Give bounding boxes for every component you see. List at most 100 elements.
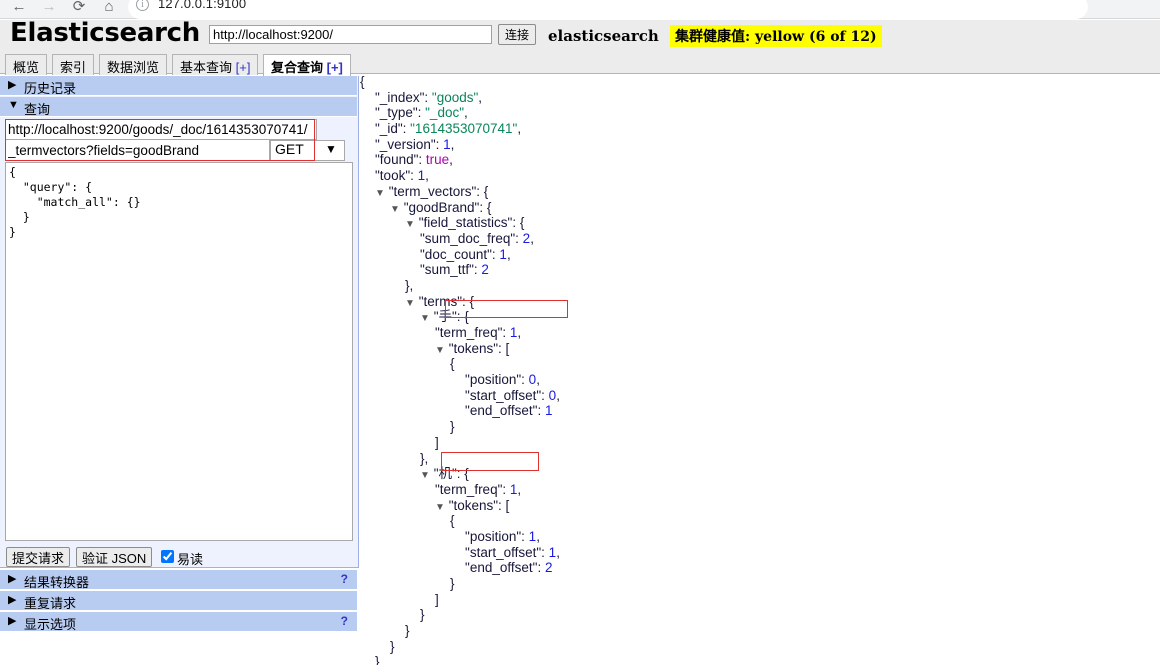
- pretty-print-checkbox[interactable]: [161, 550, 174, 563]
- json-line: "doc_count": 1,: [420, 246, 511, 262]
- chevron-right-icon: ▶: [8, 615, 17, 627]
- section-display-options[interactable]: ▶ 显示选项 ?: [0, 612, 357, 632]
- tab-2[interactable]: 数据浏览: [99, 54, 168, 75]
- section-display-options-label: 显示选项: [24, 617, 77, 632]
- json-line: }: [360, 654, 380, 665]
- section-history-label: 历史记录: [24, 81, 77, 96]
- reload-icon[interactable]: ⟳: [68, 0, 90, 18]
- help-icon[interactable]: ?: [341, 572, 348, 586]
- section-repeat-request[interactable]: ▶ 重复请求: [0, 591, 357, 611]
- collapse-triangle-icon[interactable]: ▼: [405, 219, 415, 230]
- json-line: "_id": "1614353070741",: [375, 121, 522, 137]
- chevron-right-icon: ▶: [8, 573, 17, 585]
- json-line: }: [360, 623, 410, 639]
- collapse-triangle-icon[interactable]: ▼: [435, 502, 445, 513]
- json-line: "position": 0,: [465, 372, 540, 388]
- request-url-input-line2[interactable]: [5, 140, 270, 161]
- json-line: ▼ "term_vectors": {: [375, 183, 489, 199]
- address-bar[interactable]: i 127.0.0.1:9100: [128, 0, 1088, 19]
- request-url-input-line1[interactable]: [5, 119, 317, 140]
- home-icon[interactable]: ⌂: [98, 0, 120, 18]
- collapse-triangle-icon[interactable]: ▼: [420, 313, 430, 324]
- validate-json-button[interactable]: 验证 JSON: [76, 547, 153, 567]
- section-query[interactable]: ▼ 查询: [0, 97, 357, 117]
- json-line: {: [360, 74, 365, 89]
- section-query-label: 查询: [24, 102, 51, 117]
- section-repeat-request-label: 重复请求: [24, 596, 77, 611]
- json-line: "_type": "_doc",: [375, 105, 468, 121]
- cluster-health-badge: 集群健康值: yellow (6 of 12): [670, 25, 882, 47]
- json-line: ]: [360, 591, 439, 607]
- tab-1[interactable]: 索引: [52, 54, 95, 75]
- forward-icon[interactable]: →: [38, 0, 60, 18]
- back-icon[interactable]: ←: [8, 0, 30, 18]
- json-line: ▼ "tokens": [: [435, 340, 510, 356]
- tab-add-icon[interactable]: [+]: [323, 60, 343, 75]
- json-line: "term_freq": 1,: [435, 325, 522, 340]
- tab-bar: 概览 索引 数据浏览 基本查询 [+] 复合查询 [+]: [0, 52, 1160, 76]
- section-history[interactable]: ▶ 历史记录: [0, 76, 357, 96]
- json-line: "_index": "goods",: [375, 89, 483, 105]
- json-line: ]: [360, 434, 439, 450]
- json-line: },: [360, 450, 429, 466]
- chevron-down-icon: ▼: [8, 99, 19, 111]
- json-line: "sum_ttf": 2: [420, 262, 489, 278]
- site-info-icon[interactable]: i: [136, 0, 149, 11]
- json-line: "start_offset": 1,: [465, 544, 560, 560]
- collapse-triangle-icon[interactable]: ▼: [435, 345, 445, 356]
- chevron-right-icon: ▶: [8, 594, 17, 606]
- collapse-triangle-icon[interactable]: ▼: [375, 188, 385, 199]
- tab-label: 数据浏览: [107, 60, 160, 75]
- json-line: "end_offset": 1: [465, 403, 553, 419]
- collapse-triangle-icon[interactable]: ▼: [390, 204, 400, 215]
- tab-label: 基本查询: [180, 60, 233, 75]
- tab-4[interactable]: 复合查询 [+]: [263, 54, 351, 76]
- json-line: }: [360, 607, 425, 623]
- section-result-transformer[interactable]: ▶ 结果转换器 ?: [0, 570, 357, 590]
- tab-0[interactable]: 概览: [5, 54, 48, 75]
- json-line: ▼ "goodBrand": {: [390, 199, 492, 215]
- json-line: "term_freq": 1,: [435, 481, 522, 497]
- json-line: "found": true,: [375, 152, 453, 168]
- address-bar-url: 127.0.0.1:9100: [158, 0, 247, 11]
- json-result-viewer[interactable]: { "_index": "goods", "_type": "_doc", "_…: [360, 74, 1160, 665]
- cluster-name: elasticsearch: [548, 27, 659, 45]
- tab-label: 索引: [60, 60, 87, 75]
- json-line: "start_offset": 0,: [465, 387, 560, 403]
- json-line: ▼ "手": {: [420, 309, 469, 325]
- json-line: {: [360, 356, 455, 372]
- app-header: Elasticsearch 连接 elasticsearch 集群健康值: ye…: [0, 18, 1160, 52]
- submit-request-button[interactable]: 提交请求: [6, 547, 71, 567]
- json-line: ▼ "terms": {: [405, 293, 475, 309]
- tab-add-icon[interactable]: [+]: [232, 60, 251, 75]
- json-line: "took": 1,: [375, 168, 429, 184]
- action-row: 提交请求 验证 JSON 易读: [0, 544, 357, 570]
- json-line: "sum_doc_freq": 2,: [420, 230, 534, 246]
- json-line: ▼ "field_statistics": {: [405, 215, 525, 231]
- json-line: "end_offset": 2: [465, 560, 553, 576]
- json-line: "_version": 1,: [375, 136, 455, 152]
- help-icon[interactable]: ?: [341, 614, 348, 628]
- connect-button[interactable]: 连接: [498, 24, 537, 45]
- json-line: }: [360, 576, 455, 591]
- request-body-textarea[interactable]: { "query": { "match_all": {} } }: [5, 162, 353, 541]
- json-line: }: [360, 419, 455, 435]
- tab-label: 复合查询: [271, 60, 324, 75]
- json-line: }: [360, 638, 395, 654]
- page-title: Elasticsearch: [10, 18, 200, 48]
- http-method-select[interactable]: GET: [270, 140, 345, 161]
- tab-label: 概览: [13, 60, 40, 75]
- collapse-triangle-icon[interactable]: ▼: [420, 470, 430, 481]
- tab-3[interactable]: 基本查询 [+]: [172, 54, 259, 75]
- host-input[interactable]: [209, 25, 492, 44]
- collapse-triangle-icon[interactable]: ▼: [405, 298, 415, 309]
- json-line: },: [360, 277, 414, 293]
- section-result-transformer-label: 结果转换器: [24, 575, 90, 590]
- json-line: ▼ "tokens": [: [435, 497, 510, 513]
- query-panel: ▶ 历史记录 ▼ 查询 GET ▼ { "query": { "match_al…: [0, 76, 359, 632]
- chevron-right-icon: ▶: [8, 79, 17, 91]
- json-line: "position": 1,: [465, 528, 540, 544]
- browser-chrome: ← → ⟳ ⌂ i 127.0.0.1:9100: [0, 0, 1160, 19]
- json-line: ▼ "机": {: [420, 466, 469, 482]
- pretty-print-label[interactable]: 易读: [177, 549, 203, 568]
